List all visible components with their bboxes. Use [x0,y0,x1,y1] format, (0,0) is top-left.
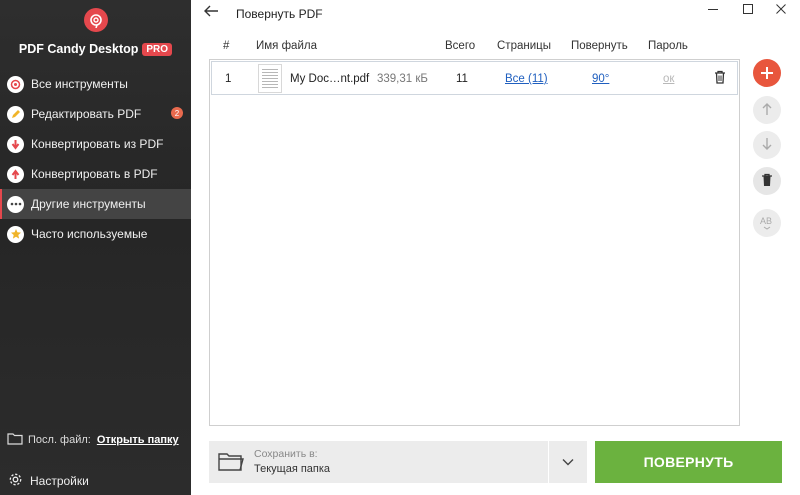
file-name: My Doc…nt.pdf [290,73,370,85]
move-down-button[interactable] [753,131,781,159]
svg-text:AB: AB [760,216,772,226]
arrow-up-icon [761,102,773,119]
app-name: PDF Candy Desktop [18,42,139,56]
move-up-button[interactable] [753,96,781,124]
column-header-num: # [223,40,230,52]
table-row[interactable]: 1 My Doc…nt.pdf 339,31 кБ 11 Все (11) 90… [211,61,738,95]
pages-link[interactable]: Все (11) [505,73,548,85]
save-location-selector[interactable]: Сохранить в: Текущая папка [209,441,548,483]
sidebar-item-all-tools[interactable]: Все инструменты [0,69,191,99]
last-file-row: Посл. файл: Открыть папку [7,432,179,448]
settings-label: Настройки [30,474,89,488]
notification-badge: 2 [171,107,183,119]
open-folder-link[interactable]: Открыть папку [97,434,179,446]
back-arrow-icon[interactable] [203,4,219,23]
save-location-dropdown[interactable] [549,441,587,483]
column-header-pages: Страницы [497,40,551,52]
sidebar-item-label: Все инструменты [31,77,128,91]
maximize-icon[interactable] [738,3,758,21]
rotate-button[interactable]: ПОВЕРНУТЬ [595,441,782,483]
sidebar-item-other-tools[interactable]: Другие инструменты [0,189,191,219]
file-table: 1 My Doc…nt.pdf 339,31 кБ 11 Все (11) 90… [209,59,740,426]
file-size: 339,31 кБ [377,73,428,85]
brand: PDF Candy Desktop PRO [0,8,191,56]
sidebar-item-frequently-used[interactable]: Часто используемые [0,219,191,249]
rotate-link[interactable]: 90° [592,73,609,85]
row-num: 1 [225,73,232,85]
sidebar-item-edit-pdf[interactable]: Редактировать PDF 2 [0,99,191,129]
plus-icon [760,60,774,86]
edit-pdf-icon [7,105,24,123]
folder-icon [7,432,23,448]
remove-all-button[interactable] [753,167,781,195]
trash-icon[interactable] [714,70,726,87]
add-file-button[interactable] [753,59,781,87]
column-header-password: Пароль [648,40,688,52]
page-title: Повернуть PDF [236,7,323,21]
password-link[interactable]: ок [663,73,674,85]
convert-from-pdf-icon [7,135,24,153]
close-icon[interactable] [771,3,791,21]
sidebar-item-convert-from-pdf[interactable]: Конвертировать из PDF [0,129,191,159]
sidebar-nav: Все инструменты Редактировать PDF 2 Конв… [0,69,191,249]
column-header-filename: Имя файла [256,40,317,52]
last-file-label: Посл. файл: [28,434,91,446]
convert-to-pdf-icon [7,165,24,183]
settings-button[interactable]: Настройки [8,472,89,490]
table-header: # Имя файла Всего Страницы Повернуть Пар… [210,40,740,56]
sidebar-item-label: Конвертировать из PDF [31,137,164,151]
sidebar: PDF Candy Desktop PRO Все инструменты Ре… [0,0,191,495]
sort-az-icon: AB [759,214,775,233]
pdf-thumbnail [258,64,282,93]
column-header-rotate: Повернуть [571,40,628,52]
all-tools-icon [7,75,24,93]
trash-icon [761,173,773,190]
sidebar-item-label: Редактировать PDF [31,107,142,121]
pro-badge: PRO [142,42,173,56]
arrow-down-icon [761,137,773,154]
save-location-label: Сохранить в: [254,448,318,460]
save-location-value: Текущая папка [254,463,331,475]
app-logo-icon [83,8,108,32]
column-header-total: Всего [445,40,476,52]
sidebar-item-convert-to-pdf[interactable]: Конвертировать в PDF [0,159,191,189]
star-icon [7,225,24,243]
minimize-icon[interactable] [703,3,723,21]
chevron-down-icon [562,455,574,469]
sort-alphabetical-button[interactable]: AB [753,209,781,237]
gear-icon [8,472,23,490]
folder-icon [218,450,244,475]
total-pages: 11 [456,73,468,85]
sidebar-item-label: Часто используемые [31,227,148,241]
sidebar-item-label: Конвертировать в PDF [31,167,158,181]
title-bar: Повернуть PDF [191,0,800,26]
sidebar-item-label: Другие инструменты [31,197,146,211]
more-tools-icon [7,195,24,213]
